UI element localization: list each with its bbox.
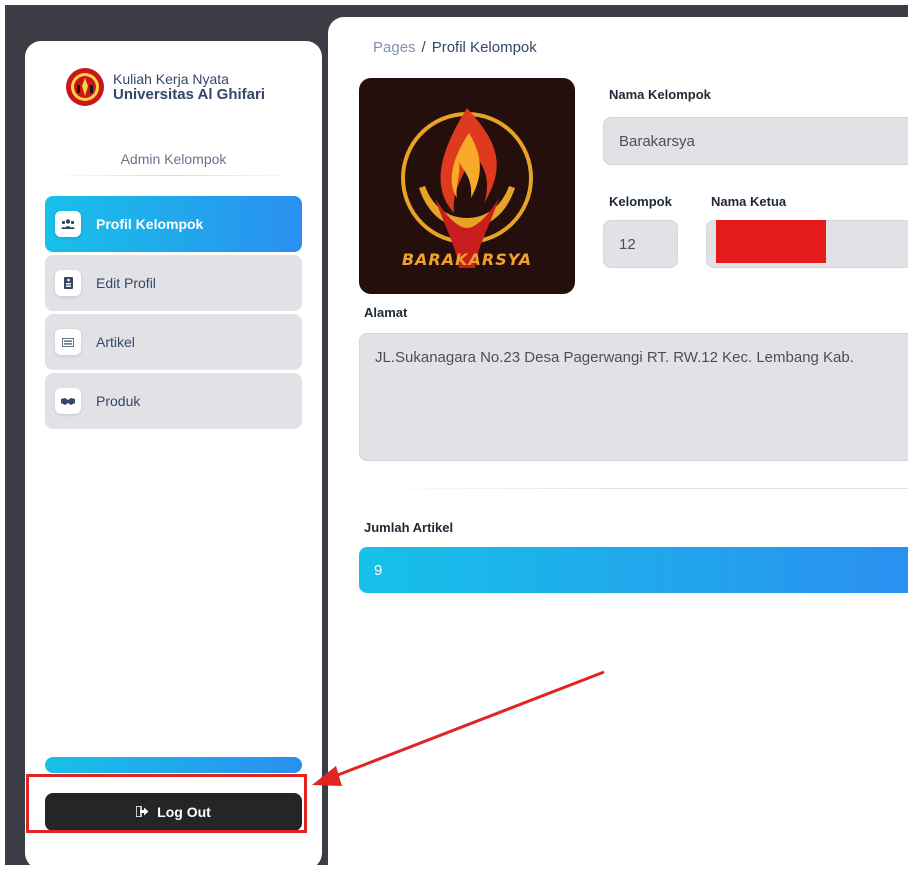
nama-kelompok-field[interactable]: Barakarsya	[603, 117, 908, 165]
sidebar-item-produk[interactable]: Produk	[45, 373, 302, 429]
sidebar-item-label: Profil Kelompok	[96, 216, 204, 232]
handshake-icon	[55, 388, 81, 414]
sidebar-item-label: Produk	[96, 393, 141, 409]
sidebar-item-edit-profil[interactable]: Edit Profil	[45, 255, 302, 311]
sidebar-item-label: Artikel	[96, 334, 135, 350]
sidebar-item-profil-kelompok[interactable]: Profil Kelompok	[45, 196, 302, 252]
sidebar-accent-bar	[45, 757, 302, 773]
content-divider	[359, 488, 908, 489]
app-window: Kuliah Kerja Nyata Universitas Al Ghifar…	[5, 5, 908, 865]
user-role: Admin Kelompok	[120, 151, 227, 167]
breadcrumb-root[interactable]: Pages	[373, 39, 416, 56]
users-icon	[55, 211, 81, 237]
alamat-label: Alamat	[364, 305, 408, 320]
group-logo: BARAKARSYA	[359, 78, 575, 294]
redaction-block	[716, 220, 826, 263]
jumlah-artikel-value: 9	[359, 547, 908, 593]
breadcrumb: Pages / Profil Kelompok	[373, 39, 537, 56]
sidebar: Kuliah Kerja Nyata Universitas Al Ghifar…	[25, 41, 322, 865]
kelompok-label: Kelompok	[609, 194, 672, 209]
id-card-icon	[55, 270, 81, 296]
brand-title: Universitas Al Ghifari	[113, 86, 265, 103]
kelompok-field[interactable]: 12	[603, 220, 678, 268]
sidebar-divider	[45, 175, 302, 176]
sidebar-item-artikel[interactable]: Artikel	[45, 314, 302, 370]
breadcrumb-current: Profil Kelompok	[431, 39, 537, 56]
annotation-highlight-box	[26, 774, 307, 833]
jumlah-artikel-label: Jumlah Artikel	[364, 520, 454, 535]
brand[interactable]: Kuliah Kerja Nyata Universitas Al Ghifar…	[65, 67, 265, 107]
nama-kelompok-label: Nama Kelompok	[609, 87, 711, 102]
logo-text: BARAKARSYA	[401, 250, 533, 269]
sidebar-item-label: Edit Profil	[96, 275, 156, 291]
alamat-field[interactable]: JL.Sukanagara No.23 Desa Pagerwangi RT. …	[359, 333, 908, 461]
brand-subtitle: Kuliah Kerja Nyata	[113, 71, 229, 87]
main-content: Pages / Profil Kelompok BARAKARSYA Nama Ke…	[328, 17, 908, 865]
university-seal-logo	[66, 68, 104, 106]
breadcrumb-separator: /	[421, 39, 426, 56]
list-icon	[55, 329, 81, 355]
nama-ketua-label: Nama Ketua	[711, 194, 787, 209]
